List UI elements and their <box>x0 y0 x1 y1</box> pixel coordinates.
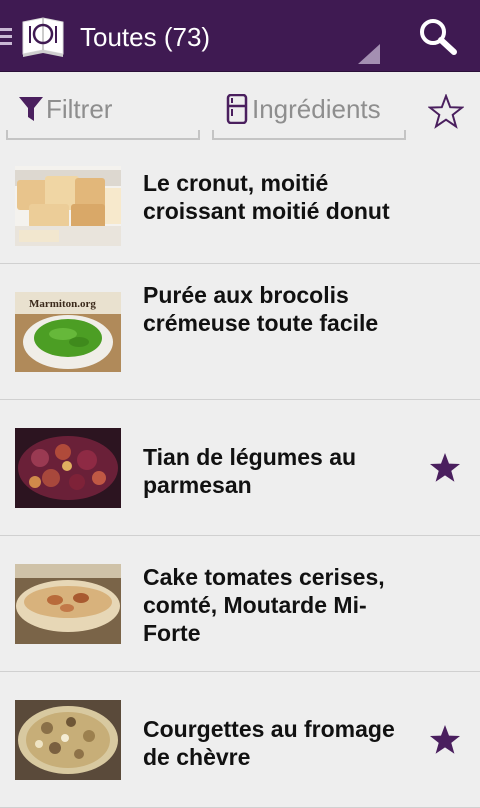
recipe-thumbnail <box>15 700 121 780</box>
recipe-title: Courgettes au fromage de chèvre <box>143 716 395 770</box>
recipe-row[interactable]: Marmiton.org Purée aux brocolis crémeuse… <box>0 264 480 400</box>
recipe-row[interactable]: Courgettes au fromage de chèvre <box>0 672 480 808</box>
ingredients-label: Ingrédients <box>252 94 381 124</box>
recipe-title: Cake tomates cerises, comté, Moutarde Mi… <box>143 564 385 646</box>
marmiton-watermark: Marmiton.org <box>29 298 96 310</box>
recipe-title: Tian de légumes au parmesan <box>143 444 357 498</box>
filter-bar: Filtrer Ingrédients <box>0 72 480 152</box>
page-title[interactable]: Toutes (73) <box>80 20 210 54</box>
fridge-icon <box>226 94 248 124</box>
recipe-thumbnail <box>15 564 121 644</box>
recipe-title: Le cronut, moitié croissant moitié donut <box>143 170 390 224</box>
recipe-title: Purée aux brocolis crémeuse toute facile <box>143 282 379 336</box>
funnel-icon <box>19 97 43 121</box>
recipe-thumbnail <box>15 166 121 246</box>
ingredients-button[interactable]: Ingrédients <box>212 86 406 140</box>
recipe-row[interactable]: Le cronut, moitié croissant moitié donut <box>0 152 480 264</box>
star-filled-icon[interactable] <box>428 723 462 757</box>
star-outline-icon[interactable] <box>428 94 464 130</box>
cookbook-logo-icon[interactable] <box>20 14 66 58</box>
recipe-thumbnail <box>15 428 121 508</box>
recipe-list: Le cronut, moitié croissant moitié donut… <box>0 152 480 808</box>
filter-button[interactable]: Filtrer <box>6 86 200 140</box>
filter-label: Filtrer <box>46 94 113 124</box>
star-filled-icon[interactable] <box>428 451 462 485</box>
app-bar: Toutes (73) <box>0 0 480 72</box>
recipe-thumbnail: Marmiton.org <box>15 292 121 372</box>
dropdown-corner-icon[interactable] <box>358 44 380 64</box>
recipe-row[interactable]: Cake tomates cerises, comté, Moutarde Mi… <box>0 536 480 672</box>
recipe-row[interactable]: Tian de légumes au parmesan <box>0 400 480 536</box>
hamburger-menu-icon[interactable] <box>0 26 14 48</box>
search-icon[interactable] <box>414 14 462 60</box>
